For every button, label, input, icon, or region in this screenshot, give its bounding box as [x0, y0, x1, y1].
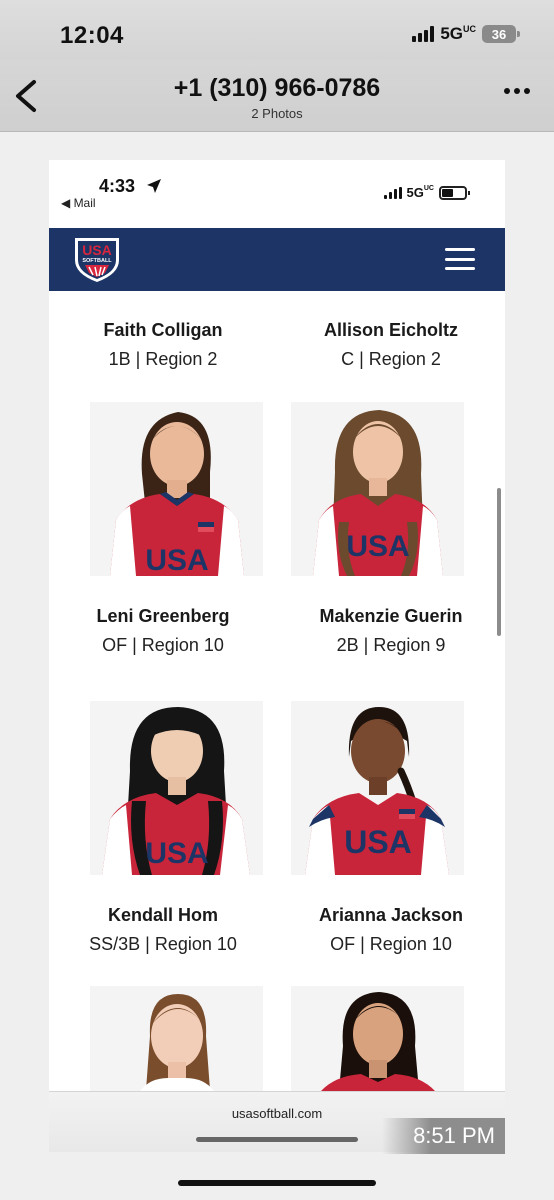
player-position: 1B | Region 2	[108, 349, 218, 369]
player-position: SS/3B | Region 10	[89, 934, 237, 954]
location-arrow-icon	[147, 179, 161, 193]
screenshot-image: 4:33 ◀ Mail 5GUC USA SOFTBALL Faith Coll…	[49, 160, 505, 1152]
player-position: OF | Region 10	[102, 635, 224, 655]
inner-home-indicator	[196, 1137, 358, 1142]
player-photo[interactable]: USA	[291, 701, 464, 875]
player-position: 2B | Region 9	[336, 635, 446, 655]
player-photo[interactable]	[291, 986, 464, 1091]
status-bar: 12:04 5GUC 36	[0, 0, 554, 60]
photo-count: 2 Photos	[251, 106, 303, 121]
player-name[interactable]: Kendall Hom	[49, 905, 277, 926]
player-name[interactable]: Faith Colligan	[49, 320, 277, 341]
battery-icon: 36	[482, 25, 520, 43]
player-photo-art: USA	[102, 707, 250, 875]
player-photo[interactable]: USA	[90, 402, 263, 576]
site-navbar: USA SOFTBALL	[49, 228, 505, 291]
player-photo-art: USA	[305, 707, 449, 875]
player-name[interactable]: Leni Greenberg	[49, 606, 277, 627]
jersey-text: USA	[346, 530, 409, 563]
inner-status-bar: 4:33 ◀ Mail 5GUC	[49, 160, 505, 228]
player-photo-art: USA	[313, 410, 443, 576]
player-position: C | Region 2	[341, 349, 441, 369]
status-indicators: 5GUC 36	[412, 24, 520, 44]
player-photo-art	[140, 994, 214, 1091]
logo-usa-text: USA	[82, 242, 112, 258]
player-photo[interactable]: USA	[90, 701, 263, 875]
contact-title: +1 (310) 966-0786	[173, 74, 381, 102]
more-icon[interactable]	[504, 88, 530, 94]
photo-timestamp: 8:51 PM	[382, 1118, 505, 1154]
jersey-text: USA	[145, 544, 208, 576]
signal-icon	[412, 26, 435, 42]
logo-softball-text: SOFTBALL	[82, 258, 112, 264]
status-time: 12:04	[60, 22, 124, 49]
player-photo-art	[321, 992, 435, 1091]
photo-viewer-header: +1 (310) 966-0786 2 Photos	[0, 60, 554, 132]
player-name[interactable]: Allison Eicholtz	[277, 320, 505, 341]
inner-network-label: 5GUC	[406, 185, 434, 200]
scrollbar-thumb[interactable]	[497, 488, 501, 636]
home-indicator[interactable]	[178, 1180, 376, 1186]
player-name[interactable]: Makenzie Guerin	[277, 606, 505, 627]
inner-signal-icon	[383, 186, 402, 199]
jersey-text: USA	[145, 837, 208, 870]
inner-time: 4:33	[99, 176, 136, 196]
player-photo[interactable]	[90, 986, 263, 1091]
back-to-mail[interactable]: ◀ Mail	[61, 196, 96, 210]
hamburger-menu-icon[interactable]	[445, 248, 475, 270]
player-photo-art: USA	[110, 412, 244, 576]
usa-softball-logo[interactable]: USA SOFTBALL	[71, 234, 123, 284]
network-label: 5GUC	[440, 24, 476, 43]
player-name[interactable]: Arianna Jackson	[277, 905, 505, 926]
player-photo[interactable]: USA	[291, 402, 464, 576]
inner-status-indicators: 5GUC	[383, 185, 470, 200]
inner-battery-icon	[439, 185, 470, 200]
jersey-text: USA	[344, 824, 412, 860]
player-position: OF | Region 10	[330, 934, 452, 954]
